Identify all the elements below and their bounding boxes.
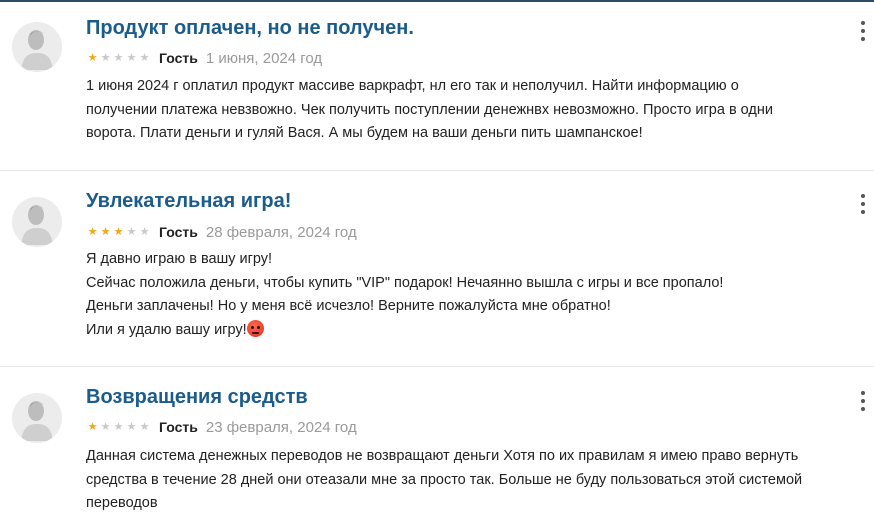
rating-stars: ★ ★ ★ ★ ★ — [86, 51, 151, 64]
star-filled-icon: ★ — [87, 225, 98, 238]
star-empty-icon: ★ — [126, 420, 137, 433]
star-empty-icon: ★ — [100, 420, 111, 433]
review-text-line: средства в течение 28 дней они отеазали … — [86, 471, 803, 488]
review-date: 28 февраля, 2024 год — [205, 223, 357, 241]
star-empty-icon: ★ — [139, 225, 150, 238]
review-text-line: получении платежа невзвожно. Чек получит… — [86, 101, 773, 118]
star-empty-icon: ★ — [126, 51, 137, 64]
review-text-line: Сейчас положила деньги, чтобы купить "VI… — [86, 274, 724, 291]
review-text-line: ворота. Плати деньги и гуляй Вася. А мы … — [86, 125, 643, 141]
star-filled-icon: ★ — [87, 51, 98, 64]
review-author: Гость — [159, 50, 198, 66]
review-author: Гость — [159, 224, 198, 240]
star-empty-icon: ★ — [139, 420, 150, 433]
angry-face-icon — [246, 319, 264, 337]
star-filled-icon: ★ — [100, 225, 111, 238]
review-text-line: 1 июня 2024 г оплатил продукт массиве ва… — [86, 78, 739, 94]
review-title[interactable]: Возвращения средств — [86, 386, 308, 409]
review-date: 23 февраля, 2024 год — [205, 418, 357, 436]
rating-stars: ★ ★ ★ ★ ★ — [86, 225, 151, 238]
star-empty-icon: ★ — [100, 51, 111, 64]
avatar — [12, 393, 62, 443]
star-filled-icon: ★ — [87, 420, 98, 433]
avatar — [12, 22, 62, 72]
review-text: 1 июня 2024 г оплатил продукт массиве ва… — [86, 75, 864, 146]
review-text-line-content: Или я удалю вашу игру! — [86, 321, 247, 338]
star-empty-icon: ★ — [126, 225, 137, 238]
more-options-icon[interactable] — [856, 21, 870, 41]
star-empty-icon: ★ — [113, 420, 124, 433]
review-item: Продукт оплачен, но не получен. ★ ★ ★ ★ ★ Го… — [0, 0, 874, 170]
more-options-icon[interactable] — [856, 194, 870, 214]
review-title[interactable]: Продукт оплачен, но не получен. — [86, 17, 414, 40]
review-text-line: Данная система денежных переводов не воз… — [86, 448, 799, 464]
review-text-line: Я давно играю в вашу игру! — [86, 251, 273, 267]
review-meta: ★ ★ ★ ★ ★ Гость 23 февраля, 2024 год — [86, 418, 357, 436]
avatar — [12, 197, 62, 247]
review-date: 1 июня, 2024 год — [205, 49, 323, 67]
review-item: Увлекательная игра! ★ ★ ★ ★ ★ Гость 28 февра… — [0, 171, 874, 366]
review-text: Данная система денежных переводов не воз… — [86, 445, 864, 516]
star-empty-icon: ★ — [113, 51, 124, 64]
rating-stars: ★ ★ ★ ★ ★ — [86, 420, 151, 433]
review-item: Возвращения средств ★ ★ ★ ★ ★ Гость 23 февра… — [0, 367, 874, 513]
review-text: Я давно играю в вашу игру! Сейчас положи… — [86, 248, 864, 342]
review-author: Гость — [159, 419, 198, 435]
review-text-line: Или я удалю вашу игру! — [86, 319, 864, 343]
review-meta: ★ ★ ★ ★ ★ Гость 28 февраля, 2024 год — [86, 223, 357, 241]
more-options-icon[interactable] — [856, 391, 870, 411]
review-text-line: переводов — [86, 495, 158, 511]
review-title[interactable]: Увлекательная игра! — [86, 190, 291, 213]
star-empty-icon: ★ — [139, 51, 150, 64]
review-text-line: Деньги заплачены! Но у меня всё исчезло!… — [86, 298, 611, 314]
review-meta: ★ ★ ★ ★ ★ Гость 1 июня, 2024 год — [86, 49, 323, 67]
star-filled-icon: ★ — [113, 225, 124, 238]
